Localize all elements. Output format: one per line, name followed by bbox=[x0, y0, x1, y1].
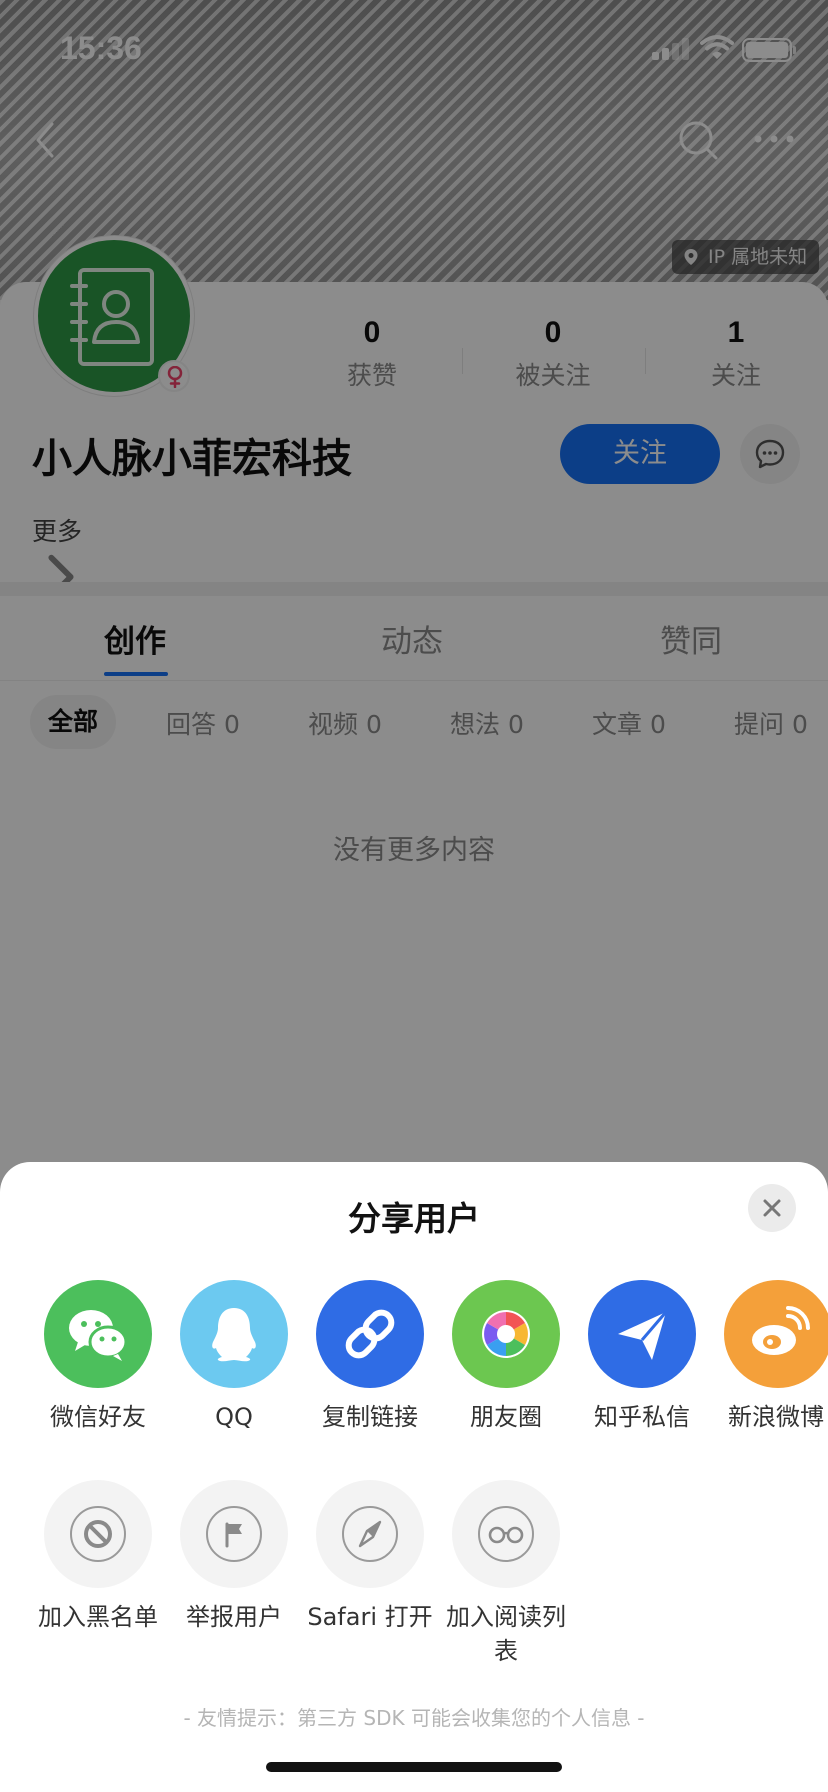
action-report-circle bbox=[180, 1480, 288, 1588]
share-sheet-title: 分享用户 bbox=[348, 1199, 480, 1238]
action-block-label: 加入黑名单 bbox=[38, 1603, 158, 1631]
share-qq-label: QQ bbox=[215, 1403, 253, 1431]
close-button[interactable] bbox=[748, 1184, 796, 1232]
home-indicator bbox=[266, 1762, 562, 1772]
close-icon bbox=[763, 1199, 781, 1217]
moments-icon bbox=[452, 1280, 560, 1388]
qq-icon bbox=[180, 1280, 288, 1388]
share-zhihu-message-label: 知乎私信 bbox=[594, 1403, 690, 1431]
share-moments-label: 朋友圈 bbox=[470, 1403, 542, 1431]
privacy-tip: - 友情提示：第三方 SDK 可能会收集您的个人信息 - bbox=[183, 1706, 645, 1730]
action-block-circle bbox=[44, 1480, 152, 1588]
action-safari-circle bbox=[316, 1480, 424, 1588]
action-safari-label: Safari 打开 bbox=[307, 1603, 433, 1631]
glasses-icon bbox=[478, 1506, 534, 1562]
flag-icon bbox=[206, 1506, 262, 1562]
link-icon bbox=[316, 1280, 424, 1388]
action-report-label: 举报用户 bbox=[186, 1603, 282, 1631]
block-icon bbox=[70, 1506, 126, 1562]
share-copy-link-label: 复制链接 bbox=[322, 1403, 418, 1431]
share-sheet: 分享用户 微信好友 QQ 复制链接 朋友圈 知乎私信 新浪微博 加入黑名单 举报… bbox=[0, 1162, 828, 1792]
action-reading-label: 加入阅读列表 bbox=[446, 1603, 566, 1665]
weibo-icon bbox=[724, 1280, 828, 1388]
compass-icon bbox=[342, 1506, 398, 1562]
send-icon bbox=[588, 1280, 696, 1388]
share-weibo-label: 新浪微博 bbox=[728, 1403, 824, 1431]
wechat-icon bbox=[44, 1280, 152, 1388]
share-wechat-label: 微信好友 bbox=[50, 1403, 146, 1431]
action-reading-circle bbox=[452, 1480, 560, 1588]
